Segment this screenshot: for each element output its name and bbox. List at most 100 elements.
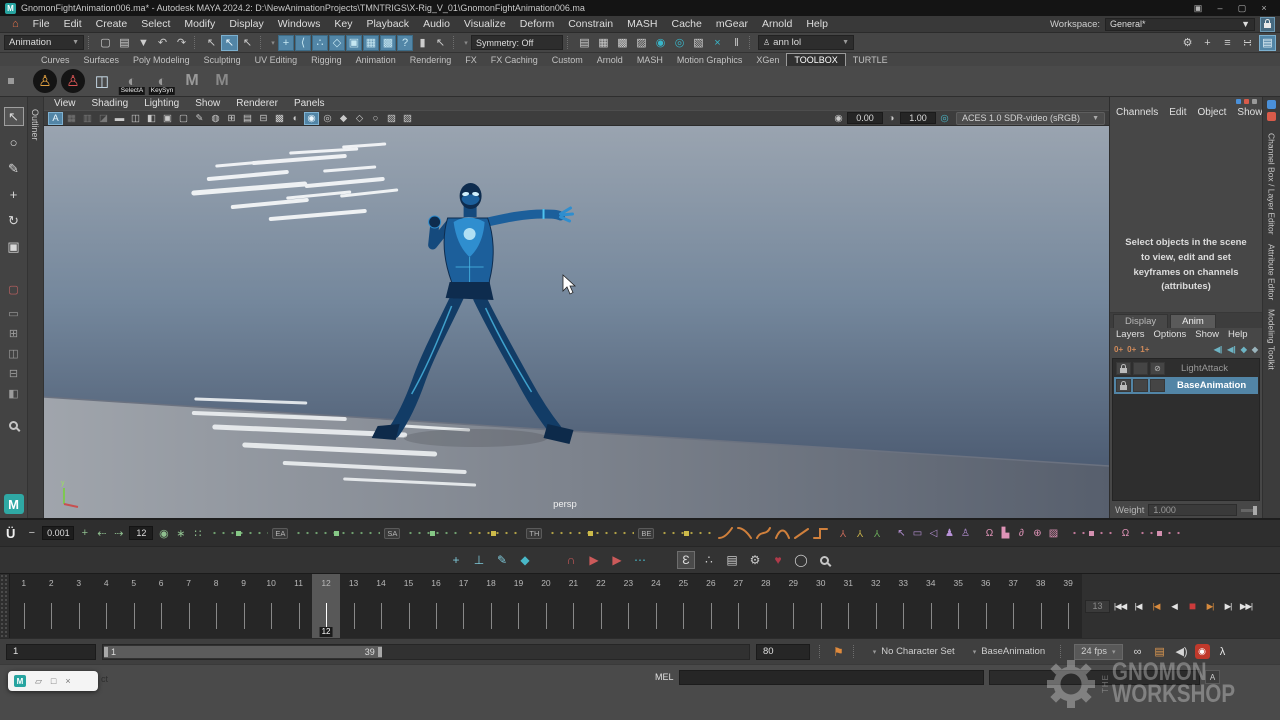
shaded-mode[interactable]: ◐ <box>288 112 303 125</box>
launch-snip[interactable]: × <box>709 35 726 51</box>
Display[interactable]: Display <box>1113 314 1168 328</box>
Windows[interactable]: Windows <box>271 18 328 30</box>
frame-cell[interactable]: 5 5 <box>120 574 147 638</box>
zero-key-layer[interactable]: ◆ <box>1241 345 1247 354</box>
anti-aliasing[interactable]: ▨ <box>384 112 399 125</box>
playback-loop[interactable]: ∞ <box>1129 644 1147 660</box>
anim-offset-green[interactable]: Y <box>870 525 884 541</box>
maximize-window-icon[interactable]: □ <box>51 676 56 686</box>
move-key-left[interactable]: ◀| <box>1214 345 1222 354</box>
layer-solo-icon[interactable] <box>1133 379 1148 392</box>
film-gate[interactable]: ▬ <box>112 112 127 125</box>
undo[interactable]: ↶ <box>154 35 171 51</box>
animation-start-field[interactable]: 1 <box>6 644 96 660</box>
TURTLE[interactable]: TURTLE <box>846 54 895 66</box>
Select[interactable]: Select <box>134 18 177 30</box>
bookmark-manager[interactable]: ▤ <box>1151 644 1169 660</box>
frame-cell[interactable]: 28 28 <box>752 574 779 638</box>
character-wrench[interactable]: ⚙ <box>746 551 764 569</box>
anim-layer-select[interactable]: ▾BaseAnimation <box>967 644 1051 660</box>
save-scene[interactable]: ▼ <box>135 35 152 51</box>
anim-layer-row[interactable]: ⊘ LightAttack <box>1114 360 1258 377</box>
layer-mute-icon[interactable] <box>1150 379 1165 392</box>
pin-blue[interactable] <box>1236 99 1241 104</box>
frame-cell[interactable]: 27 27 <box>725 574 752 638</box>
mel-label[interactable]: MEL <box>655 672 674 682</box>
favorites-heart[interactable]: ♥ <box>769 551 787 569</box>
frame-cell[interactable]: 21 21 <box>560 574 587 638</box>
search-tool-icon[interactable] <box>815 551 833 569</box>
xray-mode[interactable]: ▧ <box>400 112 415 125</box>
MASH[interactable]: MASH <box>630 54 670 66</box>
render-current-frame[interactable]: ▦ <box>595 35 612 51</box>
last-tool-slot[interactable]: ▢ <box>4 280 24 299</box>
tripod-tool[interactable]: ⊥ <box>470 551 488 569</box>
layout-persp-graph[interactable]: ⊟ <box>4 366 24 381</box>
box-select[interactable]: ▭ <box>910 525 924 541</box>
gap2[interactable] <box>654 551 672 569</box>
shelf-script-keysyn[interactable]: ◐ KeySyn <box>149 68 175 94</box>
restore-window-icon[interactable]: ▱ <box>35 676 42 687</box>
shadows-toggle[interactable]: ◆ <box>336 112 351 125</box>
cycle-tool[interactable]: ∂ <box>1014 525 1028 541</box>
mel-input[interactable] <box>679 670 984 685</box>
menu-set-select[interactable]: Animation▼ <box>4 35 84 50</box>
layout-single-pane[interactable]: ▭ <box>4 306 24 321</box>
tab-channel-box-layer-editor[interactable]: Channel Box / Layer Editor <box>1267 133 1277 235</box>
tab-modeling-toolkit[interactable]: Modeling Toolkit <box>1267 309 1277 370</box>
script-editor-button[interactable]: A <box>1205 670 1220 684</box>
move-key-right[interactable]: ◀| <box>1227 345 1235 354</box>
Edit[interactable]: Edit <box>1169 107 1186 120</box>
frame-cell[interactable]: 11 11 <box>285 574 312 638</box>
dashed-keys[interactable]: ∴ <box>700 551 718 569</box>
FX Caching[interactable]: FX Caching <box>484 54 545 66</box>
construction-history-lock[interactable]: ▮ <box>414 35 431 51</box>
Options[interactable]: Options <box>1154 329 1187 340</box>
playback-options[interactable]: λ <box>1214 644 1232 660</box>
lit-selection[interactable]: A <box>48 112 63 125</box>
Cache[interactable]: Cache <box>665 18 709 30</box>
image-plane[interactable]: ▤ <box>240 112 255 125</box>
Edit[interactable]: Edit <box>57 18 89 30</box>
frame-cell[interactable]: 24 24 <box>642 574 669 638</box>
screen-record-icon[interactable]: ▣ <box>1187 3 1209 14</box>
viewport-canvas[interactable]: y persp <box>44 126 1109 518</box>
tween-value-field[interactable]: 0.001 <box>42 526 74 540</box>
set-key-icon[interactable]: ⚑ <box>833 645 844 659</box>
grid-menu-button[interactable]: ∷ <box>191 525 204 541</box>
attribute-editor-toggle[interactable]: ≡ <box>1219 35 1236 51</box>
Arnold[interactable]: Arnold <box>755 18 799 30</box>
safe-action[interactable]: ▢ <box>176 112 191 125</box>
tween-slider-left[interactable] <box>208 527 268 539</box>
selection-mask-caret[interactable]: ▾ <box>269 35 277 51</box>
range-slider[interactable]: 1 39 <box>102 644 750 660</box>
workspace-lock-icon[interactable] <box>1260 17 1275 32</box>
frame-cell[interactable]: 10 10 <box>257 574 284 638</box>
render-sphere[interactable]: ◉ <box>652 35 669 51</box>
tab-attribute-editor[interactable]: Attribute Editor <box>1267 244 1277 300</box>
layer-lock-icon[interactable] <box>1116 379 1131 392</box>
Arnold[interactable]: Arnold <box>590 54 630 66</box>
frame-cell[interactable]: 23 23 <box>615 574 642 638</box>
exposure-field[interactable]: 0.00 <box>847 112 883 124</box>
ease-out-curve-icon[interactable] <box>718 527 733 540</box>
scale-tool[interactable]: ▣ <box>4 237 24 256</box>
channel-box-toggle[interactable]: ▤ <box>1259 35 1276 51</box>
textured-mode[interactable]: ◉ <box>304 112 319 125</box>
animbot-frame-field[interactable]: 12 <box>129 526 153 540</box>
Create[interactable]: Create <box>89 18 135 30</box>
frame-cell[interactable]: 32 32 <box>862 574 889 638</box>
frame-cell[interactable]: 39 39 <box>1054 574 1081 638</box>
frame-cell[interactable]: 2 2 <box>37 574 64 638</box>
anim-offset-yellow[interactable]: Y <box>853 525 867 541</box>
tween-slider-right[interactable] <box>404 527 460 539</box>
stop-playback[interactable]: ■ <box>1184 598 1200 614</box>
layout-persp-outliner[interactable]: ◫ <box>4 346 24 361</box>
Custom[interactable]: Custom <box>545 54 590 66</box>
overshoot-slider-left[interactable] <box>464 527 522 539</box>
frame-cell[interactable]: 34 34 <box>917 574 944 638</box>
frame-cell[interactable]: 37 37 <box>999 574 1026 638</box>
bookmarks[interactable]: ⊞ <box>224 112 239 125</box>
Channels[interactable]: Channels <box>1116 107 1158 120</box>
make-live[interactable]: ▦ <box>363 35 379 51</box>
